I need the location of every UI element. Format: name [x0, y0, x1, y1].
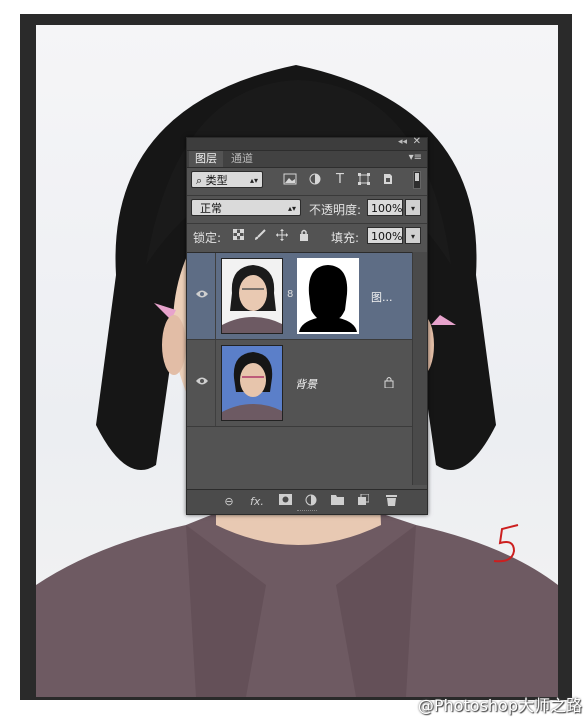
lock-fill-row: 锁定: 填充: 100% ▾: [191, 227, 423, 249]
layer-thumbnail[interactable]: [221, 345, 283, 421]
layer-name[interactable]: 图...: [371, 289, 393, 305]
chevron-updown-icon: ▴▾: [287, 204, 296, 213]
layer-thumbnail[interactable]: [221, 258, 283, 334]
layers-list: 8 图... 背景: [187, 252, 413, 486]
lock-transparent-icon[interactable]: [231, 228, 245, 243]
opacity-dropdown-button[interactable]: ▾: [405, 199, 421, 216]
eye-icon[interactable]: [196, 289, 208, 299]
layer-filter-row: ⌕ 类型 ▴▾ T: [191, 171, 423, 193]
lock-label: 锁定:: [193, 231, 222, 245]
link-layers-icon[interactable]: ⊖: [221, 494, 237, 510]
delete-layer-icon[interactable]: [383, 494, 399, 510]
smart-object-filter-icon[interactable]: [381, 173, 395, 187]
blend-mode-value: 正常: [200, 202, 222, 215]
layer-lock-icon: [384, 377, 394, 388]
layers-scrollbar[interactable]: [412, 252, 427, 485]
opacity-input[interactable]: 100%: [367, 199, 403, 216]
divider: [187, 195, 427, 196]
layer-name[interactable]: 背景: [295, 376, 317, 392]
add-mask-icon[interactable]: [277, 494, 293, 510]
shape-filter-icon[interactable]: [357, 173, 371, 187]
type-filter-icon[interactable]: T: [333, 173, 347, 187]
image-filter-icon[interactable]: [283, 173, 297, 187]
filter-toggle-switch[interactable]: [413, 171, 421, 189]
lock-all-icon[interactable]: [297, 229, 311, 243]
close-icon[interactable]: ✕: [413, 136, 421, 147]
eye-icon[interactable]: [196, 376, 208, 386]
filter-kind-select[interactable]: ⌕ 类型 ▴▾: [191, 171, 263, 188]
layer-mask-thumbnail[interactable]: [297, 258, 359, 334]
resize-grip[interactable]: [297, 510, 317, 513]
lock-image-icon[interactable]: [253, 229, 267, 243]
tab-layers[interactable]: 图层: [189, 151, 223, 167]
panel-tab-row: 图层 通道 ▾≡: [187, 151, 427, 168]
panel-titlebar[interactable]: ◂◂ ✕: [187, 136, 427, 151]
panel-footer: ⊖ fx.: [187, 489, 427, 514]
adjustment-filter-icon[interactable]: [308, 173, 322, 187]
search-icon: ⌕: [196, 174, 206, 187]
collapse-icon[interactable]: ◂◂: [398, 137, 407, 147]
adjustment-layer-icon[interactable]: [303, 494, 319, 510]
tab-channels[interactable]: 通道: [225, 151, 259, 167]
opacity-label: 不透明度:: [309, 203, 362, 217]
mask-link-icon[interactable]: 8: [287, 289, 293, 300]
fill-label: 填充:: [331, 231, 360, 245]
new-group-icon[interactable]: [329, 494, 345, 510]
fill-input[interactable]: 100%: [367, 227, 403, 244]
layer-row[interactable]: 背景: [187, 340, 413, 427]
visibility-toggle[interactable]: [187, 340, 216, 426]
filter-kind-label: 类型: [205, 174, 228, 187]
lock-position-icon[interactable]: [275, 229, 289, 243]
fx-icon[interactable]: fx.: [249, 494, 265, 510]
blend-opacity-row: 正常 ▴▾ 不透明度: 100% ▾: [191, 199, 423, 221]
new-layer-icon[interactable]: [355, 493, 371, 510]
panel-menu-icon[interactable]: ▾≡: [409, 152, 422, 163]
fill-dropdown-button[interactable]: ▾: [405, 227, 421, 244]
divider: [187, 223, 427, 224]
layers-panel: ◂◂ ✕ 图层 通道 ▾≡ ⌕ 类型 ▴▾ T 正常 ▴▾ 不透明度: 100%…: [186, 136, 428, 515]
chevron-updown-icon: ▴▾: [249, 176, 258, 185]
red-annotation-mark: [488, 517, 528, 567]
blend-mode-select[interactable]: 正常 ▴▾: [191, 199, 301, 216]
watermark-text: @Photoshop大师之路: [417, 696, 582, 715]
visibility-toggle[interactable]: [187, 253, 216, 339]
layer-row[interactable]: 8 图...: [187, 253, 413, 340]
